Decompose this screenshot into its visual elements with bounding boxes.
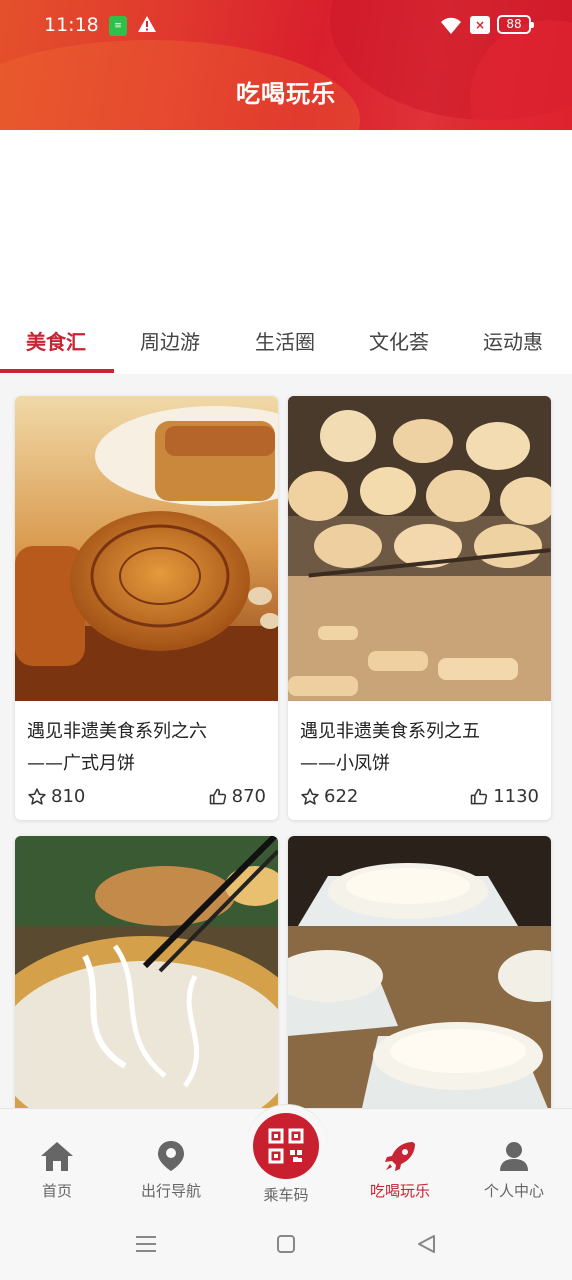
warning-icon bbox=[138, 16, 156, 32]
tab-life-circle[interactable]: 生活圈 bbox=[255, 326, 315, 355]
tab-nearby-travel[interactable]: 周边游 bbox=[140, 326, 200, 355]
no-sim-icon: × bbox=[470, 16, 490, 34]
page-title: 吃喝玩乐 bbox=[236, 80, 336, 108]
favorite-count[interactable]: 622 bbox=[300, 786, 358, 807]
favorite-count[interactable]: 810 bbox=[27, 786, 85, 807]
location-pin-icon bbox=[158, 1141, 184, 1171]
menu-icon[interactable] bbox=[135, 1234, 157, 1254]
article-card[interactable]: 遇见非遗美食系列之六 ——广式月饼 810 870 bbox=[15, 396, 278, 820]
star-icon bbox=[301, 787, 319, 805]
tab-culture[interactable]: 文化荟 bbox=[369, 326, 429, 355]
star-count: 810 bbox=[51, 786, 86, 807]
nav-food-fun[interactable]: 吃喝玩乐 bbox=[345, 1140, 455, 1201]
home-icon bbox=[41, 1142, 73, 1171]
nav-profile[interactable]: 个人中心 bbox=[459, 1140, 569, 1201]
article-card[interactable]: 遇见非遗美食系列之五 ——小凤饼 622 1130 bbox=[288, 396, 551, 820]
nav-navigation-label: 出行导航 bbox=[140, 1182, 201, 1200]
wifi-icon bbox=[441, 17, 461, 34]
status-bar: 11:18 ≡ × 88 bbox=[0, 0, 572, 52]
fried-pastry-image bbox=[288, 396, 551, 701]
card-title-line1: 遇见非遗美食系列之五 bbox=[300, 721, 480, 742]
home-button-icon[interactable] bbox=[276, 1234, 296, 1254]
article-card[interactable] bbox=[15, 836, 278, 1136]
rice-noodle-image bbox=[15, 836, 278, 1136]
category-tabs: 美食汇 周边游 生活圈 文化荟 运动惠 bbox=[0, 308, 572, 374]
back-icon[interactable] bbox=[416, 1234, 436, 1254]
article-card[interactable] bbox=[288, 836, 551, 1136]
card-title-line1: 遇见非遗美食系列之六 bbox=[27, 721, 207, 742]
nav-navigation[interactable]: 出行导航 bbox=[116, 1140, 226, 1201]
sim-icon: ≡ bbox=[109, 16, 127, 36]
app-screen: 11:18 ≡ × 88 吃喝玩乐 美食汇 周边游 生活圈 文化荟 运动惠 遇见… bbox=[0, 0, 572, 1280]
header-bar: 11:18 ≡ × 88 吃喝玩乐 bbox=[0, 0, 572, 130]
qr-code-icon bbox=[268, 1128, 304, 1164]
like-number: 1130 bbox=[493, 786, 539, 807]
like-number: 870 bbox=[231, 786, 266, 807]
nav-qr-label: 乘车码 bbox=[263, 1186, 309, 1204]
banner-area bbox=[0, 130, 572, 308]
nav-home[interactable]: 首页 bbox=[2, 1140, 112, 1201]
tofu-pudding-image bbox=[288, 836, 551, 1136]
like-count[interactable]: 1130 bbox=[469, 786, 539, 807]
system-nav-bar bbox=[0, 1210, 572, 1280]
qr-code-button[interactable] bbox=[253, 1113, 319, 1179]
rocket-icon bbox=[385, 1142, 415, 1171]
nav-home-label: 首页 bbox=[41, 1182, 72, 1200]
tab-sports[interactable]: 运动惠 bbox=[483, 326, 543, 355]
nav-profile-label: 个人中心 bbox=[483, 1182, 544, 1200]
card-title-line2: ——广式月饼 bbox=[27, 753, 135, 774]
active-tab-indicator bbox=[0, 369, 114, 373]
card-title: 遇见非遗美食系列之五 ——小凤饼 bbox=[300, 716, 540, 780]
tab-food[interactable]: 美食汇 bbox=[26, 326, 86, 355]
star-count: 622 bbox=[324, 786, 359, 807]
thumbs-up-icon bbox=[209, 788, 226, 804]
card-title: 遇见非遗美食系列之六 ——广式月饼 bbox=[27, 716, 267, 780]
thumbs-up-icon bbox=[470, 788, 488, 804]
mooncake-image bbox=[15, 396, 278, 701]
nav-food-fun-label: 吃喝玩乐 bbox=[369, 1182, 430, 1200]
like-count[interactable]: 870 bbox=[208, 786, 266, 807]
status-time: 11:18 bbox=[44, 14, 99, 36]
user-icon bbox=[500, 1142, 528, 1171]
star-icon bbox=[28, 787, 46, 805]
card-title-line2: ——小凤饼 bbox=[300, 753, 390, 774]
battery-indicator: 88 bbox=[497, 15, 534, 34]
